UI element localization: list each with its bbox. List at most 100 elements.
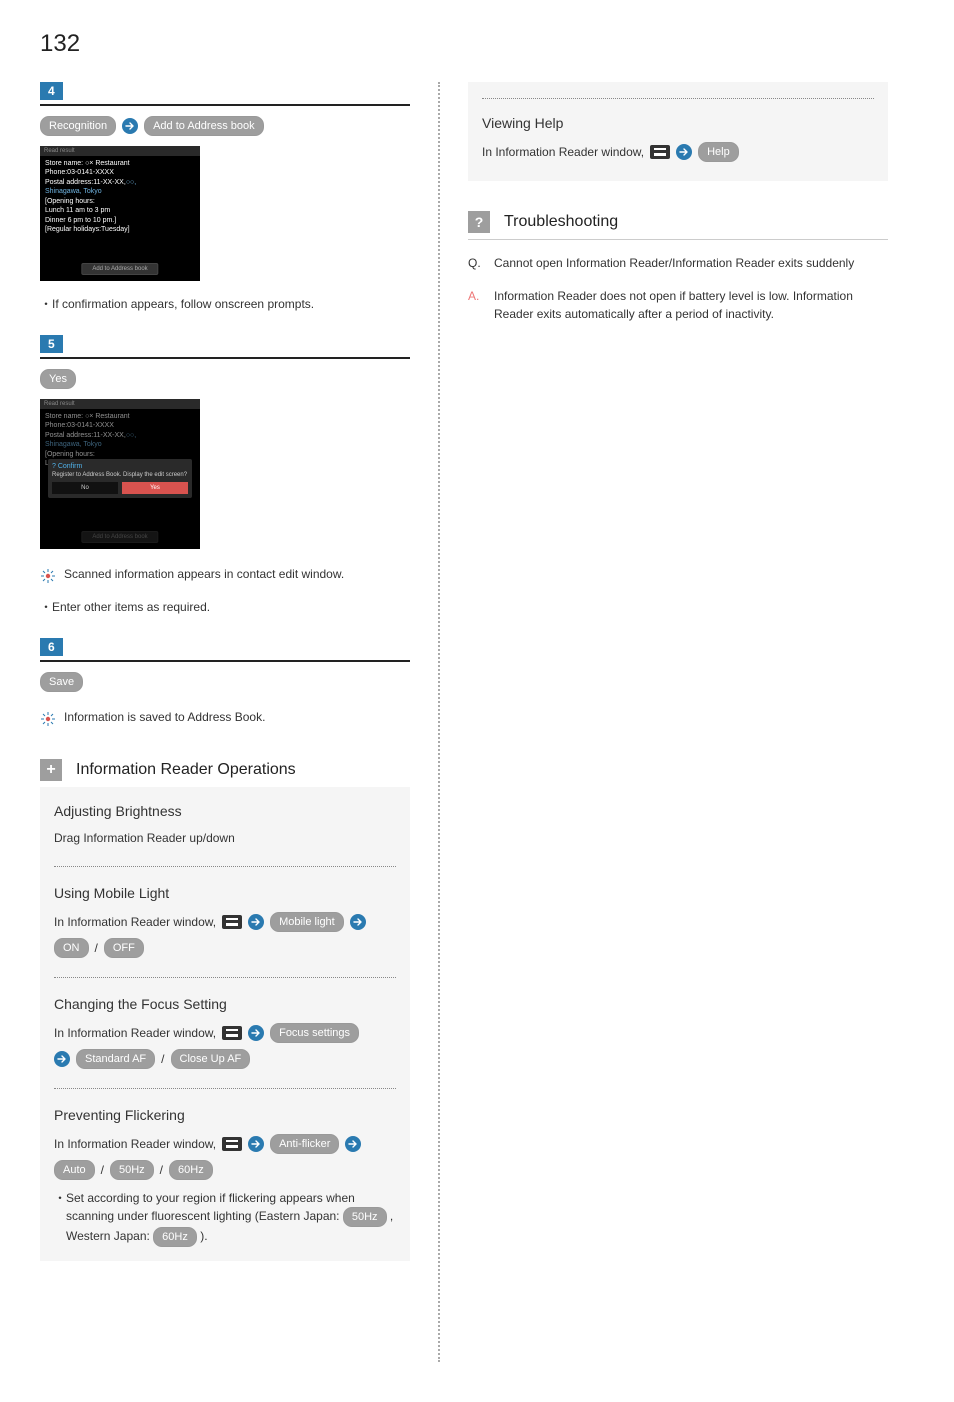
- recognition-button[interactable]: Recognition: [40, 116, 116, 136]
- operations-title: Information Reader Operations: [76, 761, 296, 779]
- 50hz-inline: 50Hz: [343, 1207, 387, 1227]
- arrow-icon: [248, 1025, 264, 1041]
- flicker-bullet: Set according to your region if flickeri…: [54, 1189, 396, 1247]
- separator: [482, 98, 874, 99]
- bullet-text-c: ).: [200, 1229, 207, 1243]
- shot-header: Read result: [40, 146, 200, 156]
- separator: [54, 866, 396, 867]
- mobile-light-button[interactable]: Mobile light: [270, 912, 344, 932]
- plus-icon: +: [40, 759, 62, 781]
- help-button[interactable]: Help: [698, 142, 739, 162]
- menu-icon: [222, 1137, 242, 1151]
- flow-prefix: In Information Reader window,: [54, 911, 216, 933]
- confirm-dialog: Confirm Register to Address Book. Displa…: [48, 459, 192, 498]
- focus-flow: In Information Reader window, Focus sett…: [54, 1022, 396, 1044]
- add-to-address-book-button[interactable]: Add to Address book: [144, 116, 264, 136]
- arrow-icon: [350, 914, 366, 930]
- question-icon: ?: [468, 211, 490, 233]
- right-column: Viewing Help In Information Reader windo…: [468, 82, 888, 1362]
- shot-line-hl: ○○,: [126, 179, 136, 186]
- arrow-icon: [248, 1136, 264, 1152]
- mobile-light-head: Using Mobile Light: [54, 885, 396, 901]
- shot-line: Phone:03-0141-XXXX: [45, 422, 114, 429]
- mobile-light-flow: In Information Reader window, Mobile lig…: [54, 911, 396, 933]
- off-button[interactable]: OFF: [104, 938, 144, 958]
- shot-line: [Opening hours:: [45, 451, 95, 458]
- q-text: Cannot open Information Reader/Informati…: [494, 254, 854, 273]
- content-columns: 4 Recognition Add to Address book Read r…: [40, 82, 914, 1362]
- shot-add-button: Add to Address book: [81, 531, 158, 543]
- flow-prefix: In Information Reader window,: [54, 1133, 216, 1155]
- left-column: 4 Recognition Add to Address book Read r…: [40, 82, 410, 1362]
- q-label: Q.: [468, 254, 484, 273]
- rule: [468, 239, 888, 240]
- step-4: 4 Recognition Add to Address book Read r…: [40, 82, 410, 313]
- slash: /: [161, 1048, 164, 1070]
- shot-line: Store name: ○× Restaurant: [45, 160, 130, 167]
- menu-icon: [222, 915, 242, 929]
- step-badge-4: 4: [40, 82, 63, 100]
- viewing-help-head: Viewing Help: [482, 115, 874, 131]
- a-label: A.: [468, 287, 484, 324]
- 60hz-inline: 60Hz: [153, 1227, 197, 1247]
- step-5: 5 Yes Read result Store name: ○× Restaur…: [40, 335, 410, 616]
- shot-line: Shinagawa, Tokyo: [45, 441, 102, 448]
- operations-box: Adjusting Brightness Drag Information Re…: [40, 787, 410, 1261]
- note-icon: [40, 568, 56, 584]
- operations-header: + Information Reader Operations: [40, 759, 410, 781]
- arrow-icon: [54, 1051, 70, 1067]
- flicker-flow: In Information Reader window, Anti-flick…: [54, 1133, 396, 1155]
- troubleshooting-title: Troubleshooting: [504, 213, 618, 231]
- arrow-icon: [248, 914, 264, 930]
- step4-bullet: If confirmation appears, follow onscreen…: [40, 295, 410, 313]
- step6-note: Information is saved to Address Book.: [64, 710, 265, 724]
- 50hz-button[interactable]: 50Hz: [110, 1160, 154, 1180]
- flow-prefix: In Information Reader window,: [54, 1022, 216, 1044]
- shot-line: Postal address:11-XX-XX,: [45, 432, 126, 439]
- shot-add-button: Add to Address book: [81, 263, 158, 275]
- viewing-help-box: Viewing Help In Information Reader windo…: [468, 82, 888, 181]
- menu-icon: [650, 145, 670, 159]
- step-rule: [40, 660, 410, 662]
- separator: [54, 1088, 396, 1089]
- yes-button[interactable]: Yes: [40, 369, 76, 389]
- flow-prefix: In Information Reader window,: [482, 141, 644, 163]
- shot-line: Shinagawa, Tokyo: [45, 188, 102, 195]
- shot-body: Store name: ○× Restaurant Phone:03-0141-…: [40, 156, 200, 238]
- step4-screenshot: Read result Store name: ○× Restaurant Ph…: [40, 146, 200, 281]
- on-button[interactable]: ON: [54, 938, 89, 958]
- adjust-head: Adjusting Brightness: [54, 803, 396, 819]
- auto-button[interactable]: Auto: [54, 1160, 95, 1180]
- 60hz-button[interactable]: 60Hz: [169, 1160, 213, 1180]
- shot-line: Phone:03-0141-XXXX: [45, 169, 114, 176]
- save-button[interactable]: Save: [40, 672, 83, 692]
- step-badge-5: 5: [40, 335, 63, 353]
- dialog-text: Register to Address Book. Display the ed…: [52, 472, 188, 478]
- focus-head: Changing the Focus Setting: [54, 996, 396, 1012]
- dialog-title: Confirm: [52, 463, 188, 470]
- step5-screenshot: Read result Store name: ○× Restaurant Ph…: [40, 399, 200, 549]
- arrow-icon: [122, 118, 138, 134]
- close-up-af-button[interactable]: Close Up AF: [171, 1049, 251, 1069]
- adjust-body: Drag Information Reader up/down: [54, 829, 396, 848]
- step-rule: [40, 104, 410, 106]
- slash: /: [95, 937, 98, 959]
- step-rule: [40, 357, 410, 359]
- menu-icon: [222, 1026, 242, 1040]
- step-badge-6: 6: [40, 638, 63, 656]
- shot-line: Postal address:11-XX-XX,: [45, 179, 126, 186]
- arrow-icon: [345, 1136, 361, 1152]
- standard-af-button[interactable]: Standard AF: [76, 1049, 155, 1069]
- shot-header: Read result: [40, 399, 200, 409]
- step5-note: Scanned information appears in contact e…: [64, 567, 344, 581]
- viewing-help-flow: In Information Reader window, Help: [482, 141, 874, 163]
- shot-line-hl: ○○,: [126, 432, 136, 439]
- shot-line: Store name: ○× Restaurant: [45, 413, 130, 420]
- dialog-no-button: No: [52, 482, 118, 494]
- qa-answer: A. Information Reader does not open if b…: [468, 287, 888, 324]
- anti-flicker-button[interactable]: Anti-flicker: [270, 1134, 339, 1154]
- focus-settings-button[interactable]: Focus settings: [270, 1023, 359, 1043]
- flicker-head: Preventing Flickering: [54, 1107, 396, 1123]
- shot-line: Lunch 11 am to 3 pm: [45, 207, 110, 214]
- step-6: 6 Save Information is saved to Address B…: [40, 638, 410, 727]
